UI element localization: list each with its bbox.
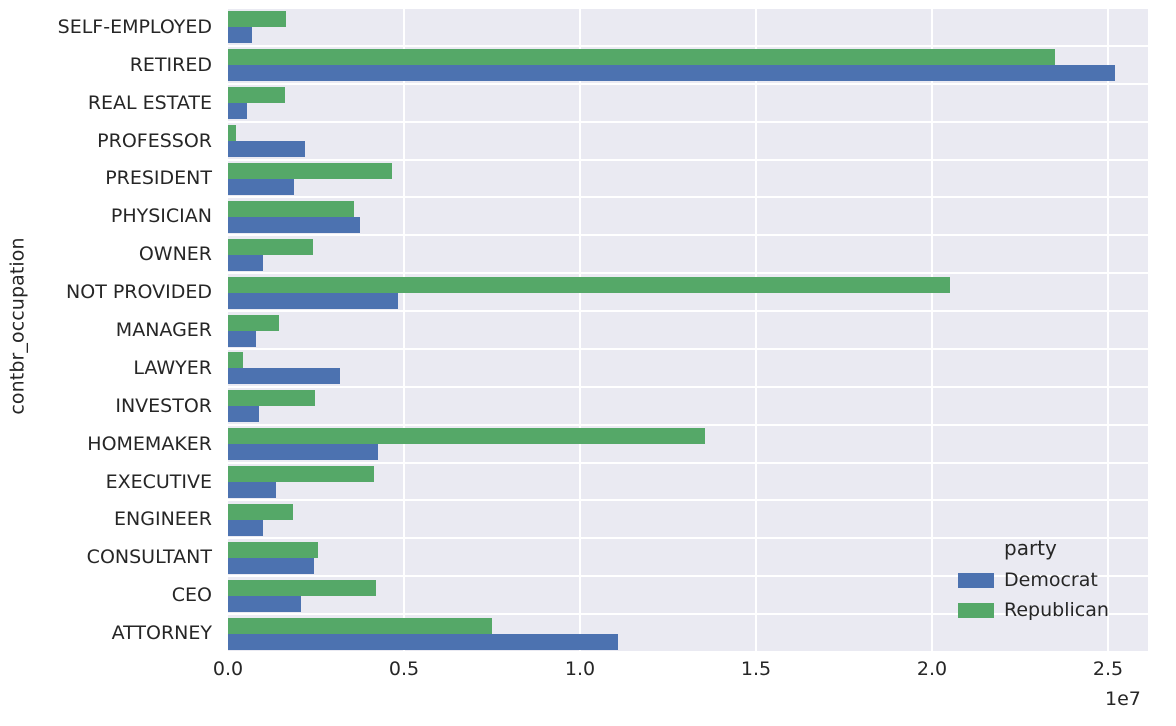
bar-republican-ceo [228,579,376,596]
y-gridline [228,272,1148,275]
y-gridline [228,347,1148,350]
bar-democrat-physician [228,216,360,233]
bar-republican-retired [228,49,1056,66]
y-gridline [228,44,1148,47]
legend-swatch-icon [958,602,994,618]
bar-republican-lawyer [228,352,244,369]
bar-republican-not-provided [228,276,950,293]
y-gridline [228,8,1148,9]
legend: party Democrat Republican [958,536,1158,626]
bar-democrat-real-estate [228,103,247,120]
legend-swatch-icon [958,572,994,588]
y-gridline [228,158,1148,161]
bar-democrat-homemaker [228,444,379,461]
legend-entries: Democrat Republican [958,566,1158,624]
x-gridline [403,8,405,652]
bar-democrat-president [228,178,295,195]
x-axis-tick-labels: 0.0 0.5 1.0 1.5 2.0 2.5 [213,652,1148,686]
bar-democrat-executive [228,482,276,499]
x-tick-label: 0.5 [388,658,420,680]
x-gridline [931,8,933,652]
bar-democrat-professor [228,141,306,158]
legend-item-democrat[interactable]: Democrat [958,566,1158,594]
bar-republican-engineer [228,503,294,520]
bar-republican-attorney [228,617,492,634]
bar-republican-real-estate [228,87,286,104]
y-gridline [228,82,1148,85]
legend-title: party [1004,536,1057,560]
bar-democrat-engineer [228,519,263,536]
legend-item-republican[interactable]: Republican [958,596,1158,624]
y-gridline [228,461,1148,464]
x-axis-offset-text: 1e7 [1105,688,1141,710]
bar-democrat-lawyer [228,368,340,385]
bar-democrat-owner [228,254,263,271]
legend-item-label: Democrat [1004,569,1098,591]
x-gridline [579,8,581,652]
bar-democrat-manager [228,330,257,347]
bar-republican-physician [228,200,355,217]
bar-democrat-consultant [228,557,314,574]
legend-item-label: Republican [1004,599,1109,621]
bar-republican-homemaker [228,428,705,445]
y-axis-tick-labels: SELF-EMPLOYED RETIRED REAL ESTATE PROFESSOR… [57,15,212,645]
y-axis-title-text: contbr_occupation [7,237,30,415]
bar-republican-investor [228,390,315,407]
bar-chart-figure: contbr_occupation SELF-EMPLOYED RETIRED RE… [0,0,1176,726]
bar-republican-professor [228,125,237,142]
bar-republican-consultant [228,541,319,558]
bar-republican-self-employed [228,11,287,28]
bar-democrat-self-employed [228,27,252,44]
y-axis-title: contbr_occupation [0,0,36,652]
bar-republican-manager [228,314,280,331]
y-gridline [228,385,1148,388]
bar-democrat-attorney [228,633,619,650]
y-gridline [228,234,1148,237]
x-tick-label: 0.0 [212,658,244,680]
x-tick-label: 1.5 [740,658,772,680]
y-gridline [228,120,1148,123]
x-tick-label: 2.5 [1092,658,1124,680]
x-gridline [755,8,757,652]
bar-democrat-investor [228,406,259,423]
x-tick-label: 2.0 [916,658,948,680]
bar-republican-executive [228,466,375,483]
bar-republican-owner [228,238,313,255]
y-gridline [228,196,1148,199]
y-gridline [228,499,1148,502]
bar-democrat-not-provided [228,292,399,309]
bar-democrat-retired [228,65,1116,82]
y-gridline [228,423,1148,426]
x-tick-label: 1.0 [564,658,596,680]
bar-republican-president [228,162,393,179]
bar-democrat-ceo [228,595,301,612]
y-gridline [228,310,1148,313]
